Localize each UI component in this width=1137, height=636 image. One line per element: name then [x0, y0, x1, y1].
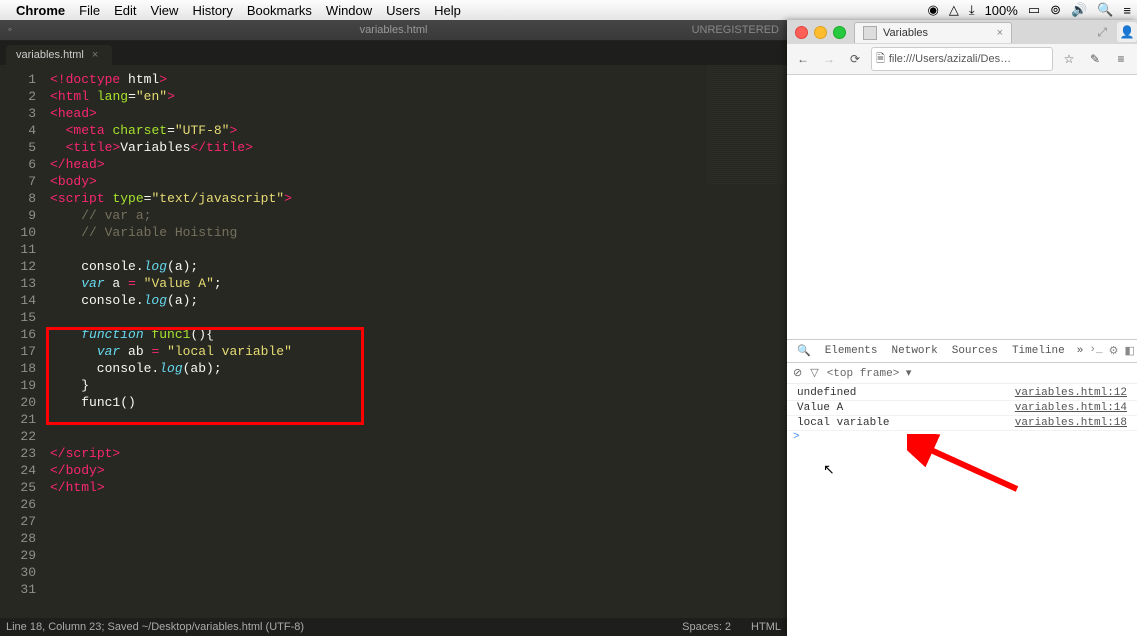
app-name[interactable]: Chrome — [16, 3, 65, 18]
console-message: local variable — [797, 417, 889, 429]
minimize-window-button[interactable] — [814, 26, 827, 39]
console-row: undefined variables.html:12 — [787, 386, 1137, 401]
sublime-titlebar: ◦ variables.html UNREGISTERED — [0, 20, 787, 41]
chrome-window: Variables × ⤢ 👤 ← → ⟳ 🗎 file:///Users/az… — [787, 20, 1137, 636]
url-text: file:///Users/azizali/Des… — [889, 53, 1011, 65]
favicon-icon — [863, 26, 877, 40]
zoom-window-button[interactable] — [833, 26, 846, 39]
battery-percent: 100% — [985, 3, 1018, 18]
close-tab-icon[interactable]: × — [997, 27, 1003, 39]
address-bar[interactable]: 🗎 file:///Users/azizali/Des… — [871, 47, 1053, 71]
devtools-tabs: 🔍 Elements Network Sources Timeline » ›_… — [787, 340, 1137, 363]
back-button[interactable]: ← — [793, 49, 813, 69]
chrome-tabstrip: Variables × ⤢ 👤 — [787, 20, 1137, 44]
menu-bookmarks[interactable]: Bookmarks — [247, 3, 312, 18]
menu-file[interactable]: File — [79, 3, 100, 18]
console-output[interactable]: undefined variables.html:12 Value A vari… — [787, 384, 1137, 636]
code-content[interactable]: <!doctype html><html lang="en"><head> <m… — [42, 65, 787, 618]
console-message: Value A — [797, 402, 843, 414]
menu-window[interactable]: Window — [326, 3, 372, 18]
forward-button[interactable]: → — [819, 49, 839, 69]
statusbar: Line 18, Column 23; Saved ~/Desktop/vari… — [0, 618, 787, 636]
traffic-lights — [787, 26, 854, 39]
macos-menubar: Chrome File Edit View History Bookmarks … — [0, 0, 1137, 21]
devtools-tab-elements[interactable]: Elements — [819, 343, 884, 359]
status-spaces[interactable]: Spaces: 2 — [682, 621, 731, 633]
sublime-tabstrip: variables.html × — [0, 41, 787, 65]
chrome-toolbar: ← → ⟳ 🗎 file:///Users/azizali/Des… ☆ ✎ ≡ — [787, 44, 1137, 75]
menu-help[interactable]: Help — [434, 3, 461, 18]
cursor-icon: ↖ — [823, 462, 835, 479]
reload-button[interactable]: ⟳ — [845, 49, 865, 69]
page-viewport — [787, 75, 1137, 339]
menu-edit[interactable]: Edit — [114, 3, 136, 18]
menu-users[interactable]: Users — [386, 3, 420, 18]
close-window-button[interactable] — [795, 26, 808, 39]
browser-tab-title: Variables — [883, 27, 928, 39]
console-source-link[interactable]: variables.html:12 — [1015, 387, 1127, 399]
console-prompt[interactable]: > — [787, 431, 1137, 443]
console-source-link[interactable]: variables.html:18 — [1015, 417, 1127, 429]
doc-icon: ◦ — [8, 24, 12, 36]
menu-view[interactable]: View — [150, 3, 178, 18]
editor-tab-label: variables.html — [16, 49, 84, 61]
frame-selector[interactable]: <top frame> ▾ — [827, 366, 912, 380]
status-lang[interactable]: HTML — [751, 621, 781, 633]
fullscreen-icon[interactable]: ⤢ — [1091, 25, 1113, 40]
sync-icon[interactable]: △ — [949, 2, 959, 18]
profile-avatar[interactable]: 👤 — [1117, 22, 1137, 42]
record-icon[interactable]: ◉ — [927, 2, 938, 18]
wifi-icon[interactable]: ⊚ — [1050, 2, 1061, 18]
devtools-drawer-icon[interactable]: ›_ — [1089, 344, 1102, 358]
updates-icon[interactable]: ⤓ — [969, 2, 975, 18]
devtools-tab-timeline[interactable]: Timeline — [1006, 343, 1071, 359]
clear-console-icon[interactable]: ⊘ — [793, 366, 802, 380]
extension-icon[interactable]: ✎ — [1085, 49, 1105, 69]
filter-icon[interactable]: ▽ — [810, 366, 818, 380]
browser-tab[interactable]: Variables × — [854, 22, 1012, 43]
devtools-tabs-overflow-icon[interactable]: » — [1073, 343, 1088, 359]
code-area[interactable]: 1234567891011121314151617181920212223242… — [0, 65, 787, 618]
notification-center-icon[interactable]: ≡ — [1123, 3, 1131, 18]
volume-icon[interactable]: 🔊 — [1071, 2, 1087, 18]
bookmark-star-icon[interactable]: ☆ — [1059, 49, 1079, 69]
devtools-tab-network[interactable]: Network — [886, 343, 944, 359]
spotlight-icon[interactable]: 🔍 — [1097, 2, 1113, 18]
console-source-link[interactable]: variables.html:14 — [1015, 402, 1127, 414]
menu-icon[interactable]: ≡ — [1111, 49, 1131, 69]
devtools-panel: 🔍 Elements Network Sources Timeline » ›_… — [787, 339, 1137, 636]
window-title: variables.html — [360, 24, 428, 36]
annotation-arrow-icon — [907, 434, 1027, 494]
menu-history[interactable]: History — [192, 3, 232, 18]
devtools-search-icon[interactable]: 🔍 — [791, 344, 817, 358]
file-icon: 🗎 — [876, 50, 885, 69]
devtools-settings-icon[interactable]: ⚙ — [1109, 344, 1119, 358]
unregistered-label: UNREGISTERED — [692, 24, 779, 36]
console-message: undefined — [797, 387, 856, 399]
editor-tab[interactable]: variables.html × — [6, 45, 112, 65]
console-row: Value A variables.html:14 — [787, 401, 1137, 416]
devtools-dock-icon[interactable]: ◧ — [1124, 344, 1134, 358]
console-toolbar: ⊘ ▽ <top frame> ▾ — [787, 363, 1137, 384]
devtools-tab-sources[interactable]: Sources — [946, 343, 1004, 359]
sublime-window: ◦ variables.html UNREGISTERED variables.… — [0, 20, 787, 636]
battery-icon[interactable]: ▭ — [1028, 2, 1040, 18]
minimap[interactable] — [707, 65, 787, 185]
status-left: Line 18, Column 23; Saved ~/Desktop/vari… — [6, 621, 304, 633]
console-row: local variable variables.html:18 — [787, 416, 1137, 431]
line-gutter: 1234567891011121314151617181920212223242… — [0, 65, 42, 618]
close-icon[interactable]: × — [92, 49, 98, 61]
